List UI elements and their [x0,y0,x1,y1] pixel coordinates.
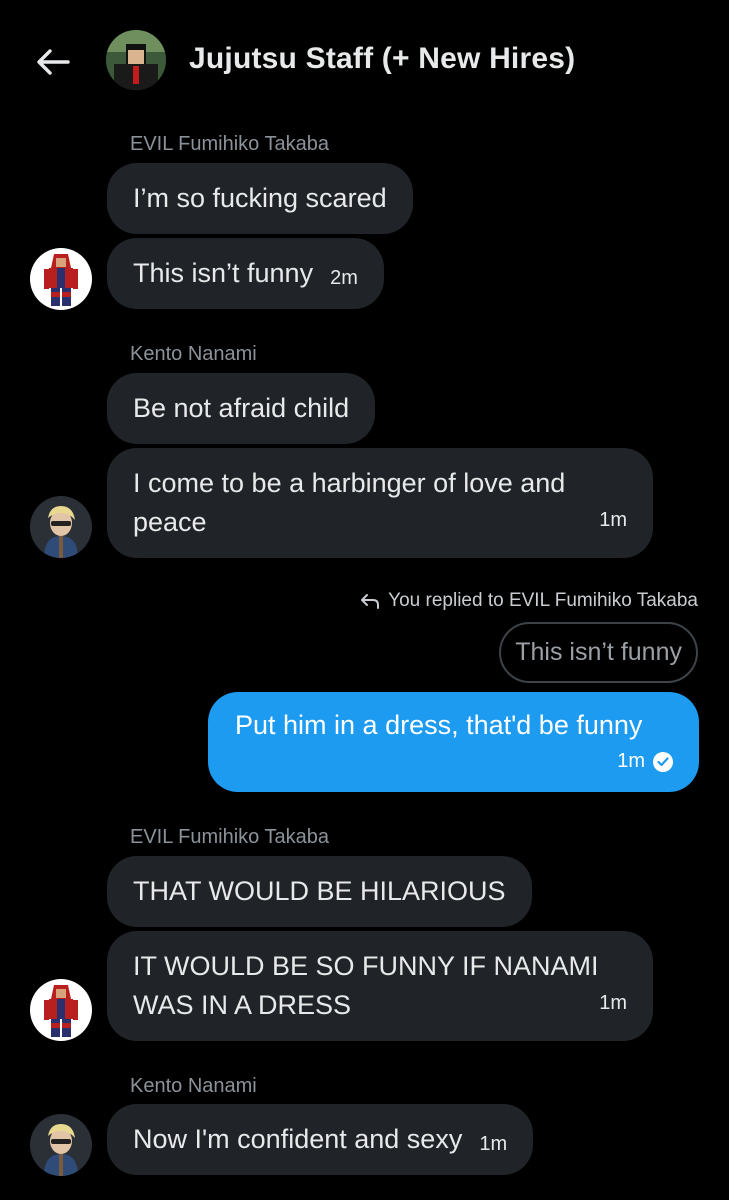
message-text: I’m so fucking scared [133,183,387,213]
conversation-header: Jujutsu Staff (+ New Hires) [0,0,729,122]
message-bubble[interactable]: I’m so fucking scared [107,163,413,234]
check-circle-icon [653,751,673,772]
arrow-left-icon [37,49,70,75]
message-timestamp: 1m [617,750,645,772]
sender-avatar[interactable] [30,496,92,558]
quoted-message[interactable]: This isn’t funny [499,622,698,683]
reply-icon [360,592,380,610]
message-text: Be not afraid child [133,393,350,423]
group-avatar[interactable] [106,30,166,90]
message-timestamp: 2m [330,267,358,289]
sender-avatar[interactable] [30,248,92,310]
message-timestamp: 1m [479,1133,508,1155]
message-text-line: peace [133,507,207,537]
message-bubble[interactable]: IT WOULD BE SO FUNNY IF NANAMI WAS IN A … [107,931,653,1041]
message-bubble[interactable]: THAT WOULD BE HILARIOUS [107,856,532,927]
sender-name: Kento Nanami [130,343,257,365]
reply-context-label: You replied to EVIL Fumihiko Takaba [388,590,698,611]
conversation-title: Jujutsu Staff (+ New Hires) [189,42,576,75]
own-message-bubble[interactable]: Put him in a dress, that'd be funny 1m [208,692,699,792]
reply-context: You replied to EVIL Fumihiko Takaba [360,590,698,612]
message-text-line: WAS IN A DRESS [133,990,352,1020]
message-bubble[interactable]: Now I'm confident and sexy 1m [107,1104,534,1175]
message-bubble[interactable]: Be not afraid child [107,373,376,444]
message-text: Put him in a dress, that'd be funny [235,710,643,740]
sender-name: EVIL Fumihiko Takaba [130,826,329,848]
message-text: Now I'm confident and sexy [133,1124,463,1154]
message-bubble[interactable]: This isn’t funny 2m [107,238,384,309]
sender-avatar[interactable] [30,979,92,1041]
message-bubble[interactable]: I come to be a harbinger of love and pea… [107,448,653,558]
message-timestamp: 1m [599,509,627,531]
message-text-line: I come to be a harbinger of love and [133,468,566,498]
sender-avatar[interactable] [30,1114,92,1176]
sender-name: Kento Nanami [130,1075,257,1097]
sender-name: EVIL Fumihiko Takaba [130,133,329,155]
message-text: THAT WOULD BE HILARIOUS [133,876,506,906]
message-text: This isn’t funny [133,258,314,288]
back-button[interactable] [30,40,76,84]
message-timestamp: 1m [599,992,627,1014]
message-text-line: IT WOULD BE SO FUNNY IF NANAMI [133,951,599,981]
